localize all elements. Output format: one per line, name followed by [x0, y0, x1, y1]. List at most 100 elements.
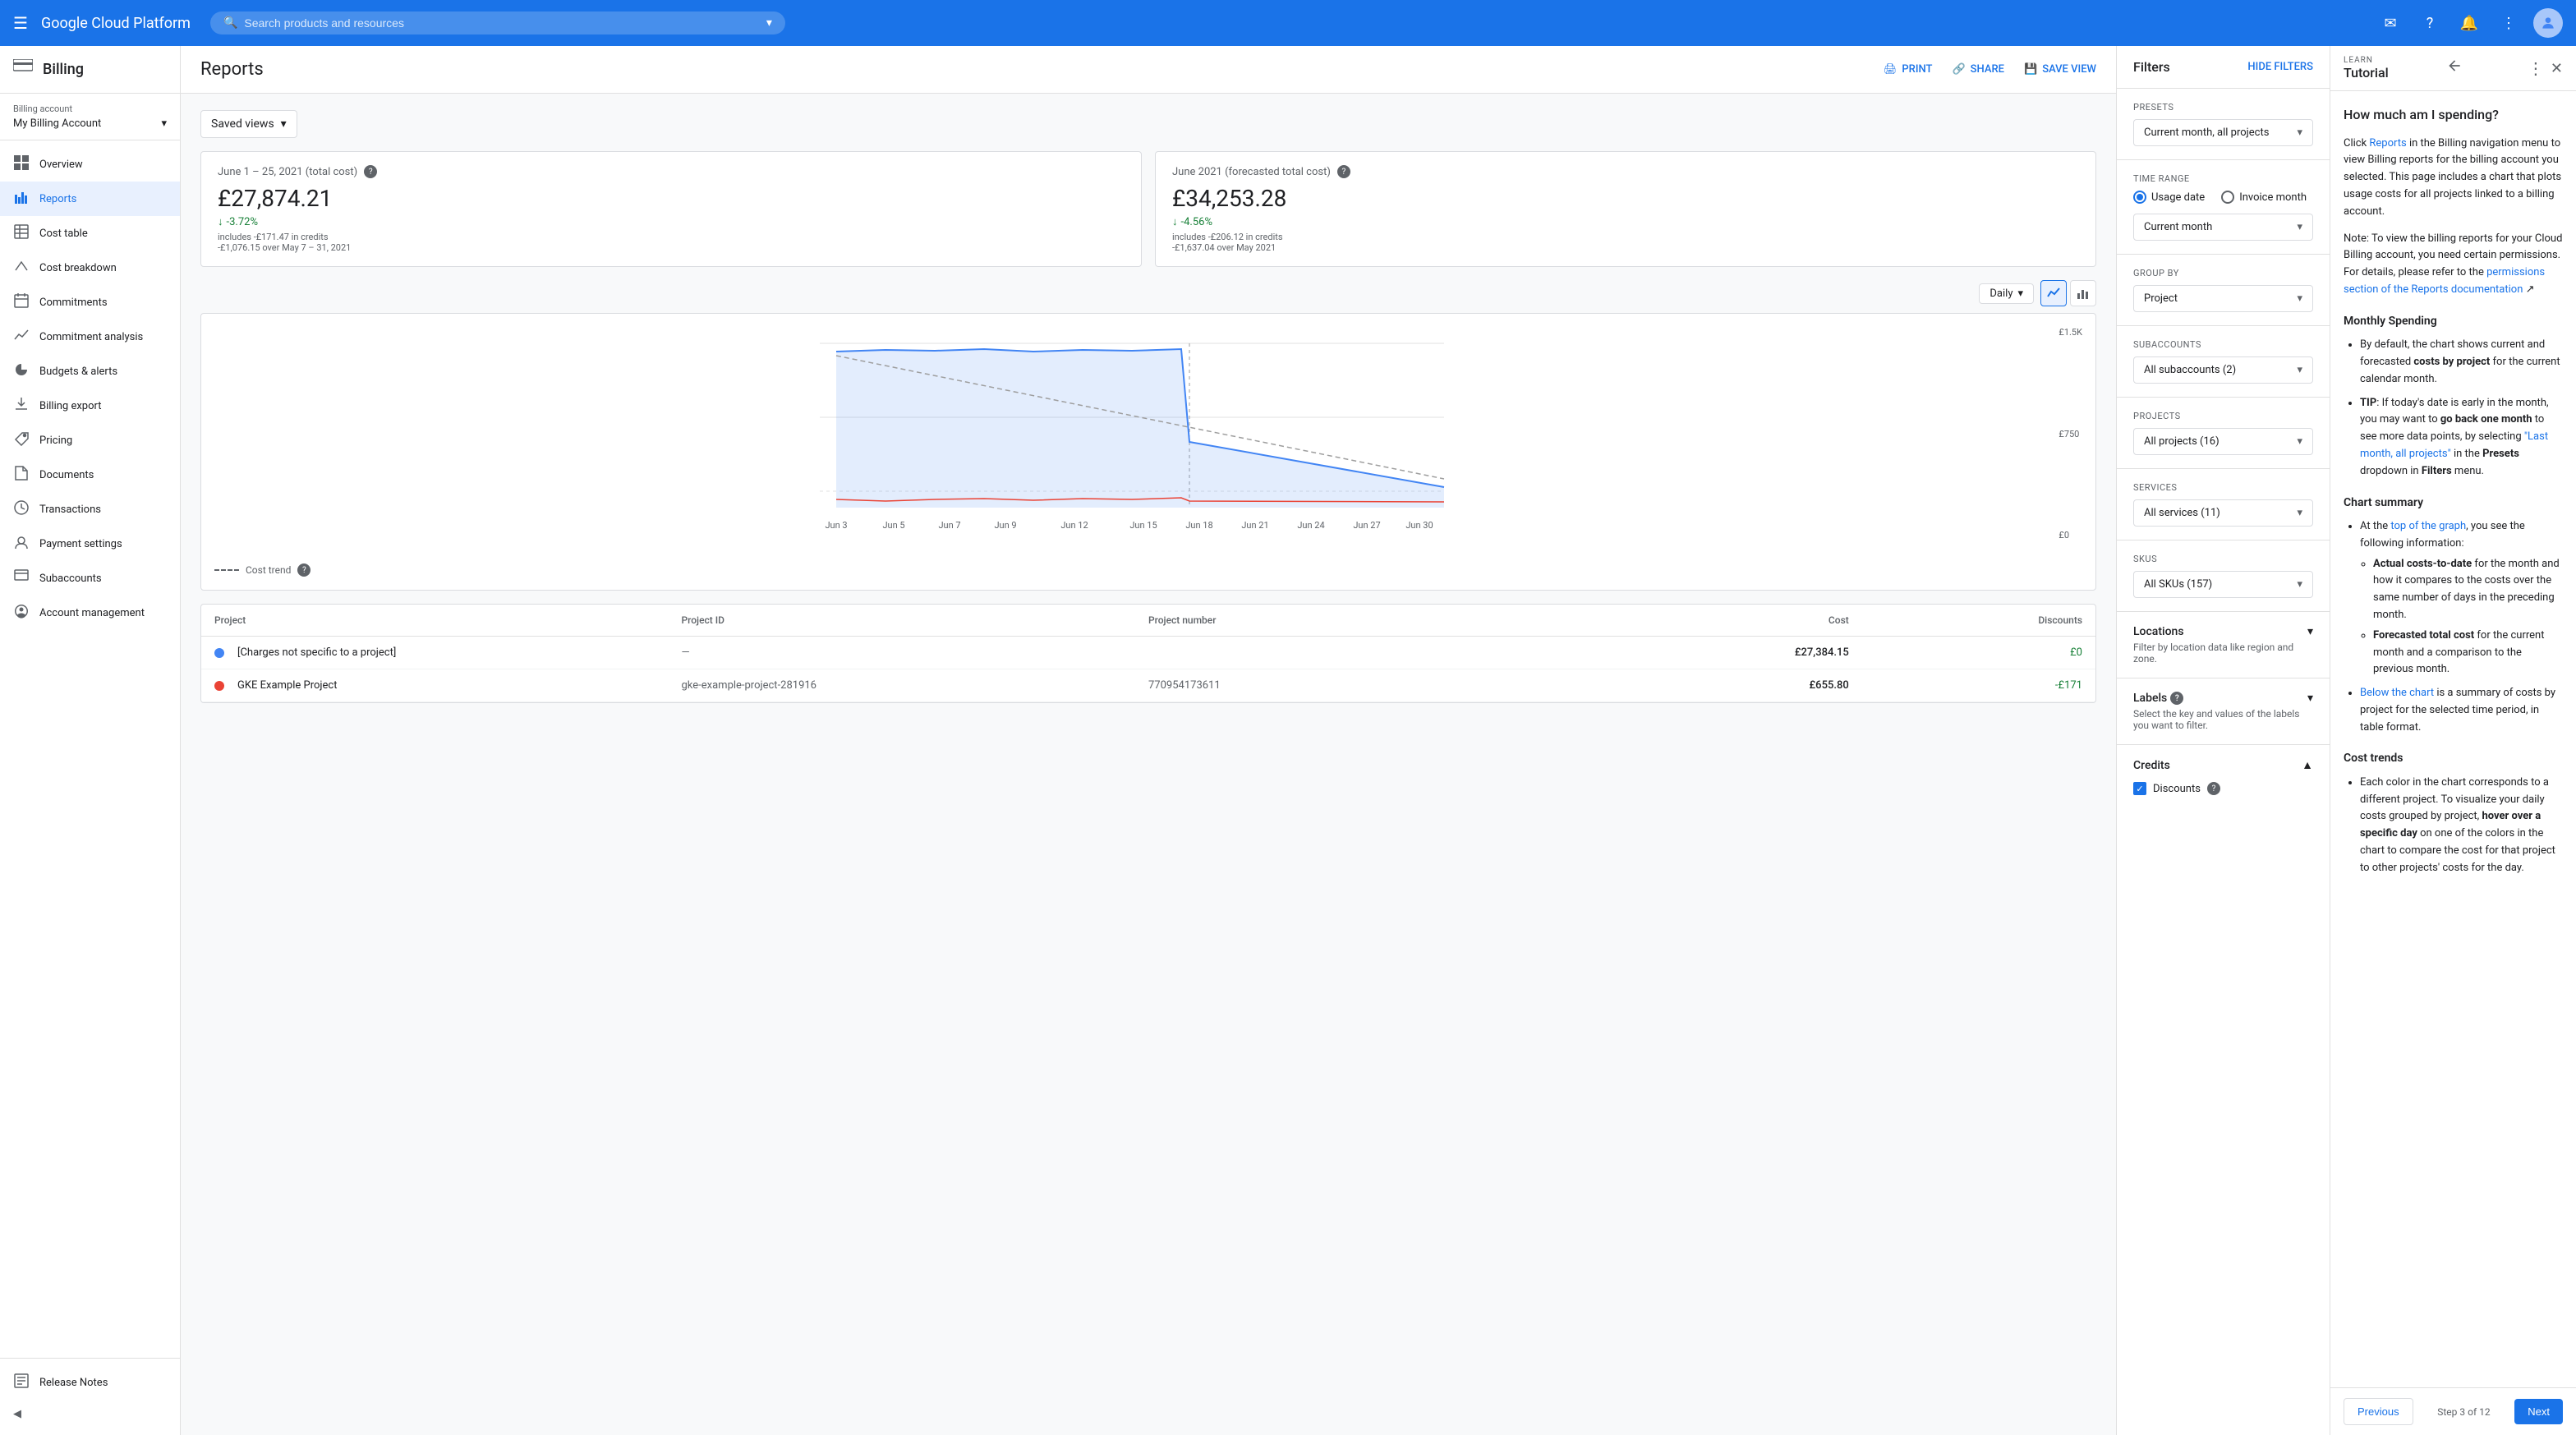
print-button[interactable]: 🖨 PRINT [1884, 63, 1933, 76]
filter-presets-select[interactable]: Current month, all projects ▾ [2133, 119, 2313, 146]
tutorial-top-graph-link[interactable]: top of the graph [2390, 520, 2466, 532]
tutorial-reports-link[interactable]: Reports [2369, 137, 2406, 149]
sidebar-item-cost-table-label: Cost table [39, 228, 88, 240]
sidebar-item-release-notes[interactable]: Release Notes [0, 1365, 180, 1400]
radio-invoice-month[interactable]: Invoice month [2221, 191, 2307, 204]
actual-cost-period: June 1 – 25, 2021 (total cost) [218, 166, 357, 178]
sidebar-item-documents-label: Documents [39, 469, 94, 481]
nav-actions: ✉ ? 🔔 ⋮ [2376, 8, 2563, 38]
sidebar-item-commitments[interactable]: Commitments [0, 285, 180, 320]
project-discount-cell-0: £0 [1849, 646, 2082, 659]
sidebar-footer: Release Notes ◀ [0, 1358, 180, 1435]
svg-text:Jun 27: Jun 27 [1353, 520, 1380, 531]
sidebar-item-cost-table[interactable]: Cost table [0, 216, 180, 251]
search-dropdown-arrow[interactable]: ▾ [766, 16, 772, 30]
tutorial-back-button[interactable] [2446, 57, 2463, 79]
svg-text:Jun 9: Jun 9 [994, 520, 1016, 531]
hamburger-menu[interactable]: ☰ [13, 13, 28, 33]
filter-projects-select[interactable]: All projects (16) ▾ [2133, 428, 2313, 455]
sidebar-item-documents[interactable]: Documents [0, 458, 180, 492]
filter-group-by-arrow: ▾ [2297, 292, 2302, 305]
line-chart-button[interactable] [2040, 280, 2067, 306]
filter-projects-arrow: ▾ [2297, 435, 2302, 448]
sidebar-item-budgets-alerts[interactable]: Budgets & alerts [0, 354, 180, 389]
sidebar-item-overview[interactable]: Overview [0, 147, 180, 182]
sidebar-item-billing-export[interactable]: Billing export [0, 389, 180, 423]
filter-locations-desc: Filter by location data like region and … [2133, 642, 2313, 665]
actual-cost-change-arrow: ↓ [218, 215, 223, 228]
search-bar[interactable]: 🔍 ▾ [210, 11, 785, 34]
user-avatar[interactable] [2533, 8, 2563, 38]
chart-y-axis: £1.5K £750 £0 [2058, 327, 2082, 540]
tutorial-next-button[interactable]: Next [2514, 1399, 2563, 1424]
project-num-cell-1: 770954173611 [1148, 679, 1616, 692]
sidebar-collapse-button[interactable]: ◀ [0, 1400, 180, 1428]
actual-cost-help-icon[interactable]: ? [364, 165, 377, 178]
print-icon: 🖨 [1884, 63, 1898, 76]
sidebar-item-transactions[interactable]: Transactions [0, 492, 180, 527]
sidebar-item-cost-breakdown[interactable]: Cost breakdown [0, 251, 180, 285]
cost-trend-help-icon[interactable]: ? [297, 563, 310, 577]
forecasted-cost-help-icon[interactable]: ? [1337, 165, 1350, 178]
filter-skus-value: All SKUs (157) [2144, 578, 2212, 591]
help-icon[interactable]: ? [2415, 8, 2445, 38]
search-input[interactable] [244, 16, 766, 30]
filter-group-by-section: Group by Project ▾ [2117, 255, 2330, 326]
sidebar-item-subaccounts-label: Subaccounts [39, 573, 102, 585]
save-view-button[interactable]: 💾 SAVE VIEW [2024, 63, 2096, 76]
filter-skus-select[interactable]: All SKUs (157) ▾ [2133, 571, 2313, 598]
billing-account-select[interactable]: My Billing Account ▾ [13, 117, 167, 130]
filter-discounts-row: ✓ Discounts ? [2133, 782, 2313, 795]
saved-views-label: Saved views [211, 117, 274, 131]
chart-controls: Daily ▾ [200, 280, 2096, 306]
forecasted-cost-change-arrow: ↓ [1172, 215, 1178, 228]
hide-filters-button[interactable]: HIDE FILTERS [2247, 61, 2313, 73]
radio-usage-date[interactable]: Usage date [2133, 191, 2205, 204]
filter-subaccounts-select[interactable]: All subaccounts (2) ▾ [2133, 356, 2313, 384]
tutorial-below-chart-link[interactable]: Below the chart [2360, 687, 2434, 699]
sidebar-item-commitment-analysis[interactable]: Commitment analysis [0, 320, 180, 354]
share-button[interactable]: 🔗 SHARE [1952, 63, 2004, 76]
sidebar-item-payment-settings[interactable]: Payment settings [0, 527, 180, 561]
payment-icon [13, 535, 30, 553]
chart-y-label-bot: £0 [2058, 530, 2082, 540]
tutorial-learn-label: LEARN [2344, 56, 2389, 65]
sidebar-item-account-management[interactable]: Account management [0, 596, 180, 630]
project-cost-cell-0: £27,384.15 [1616, 646, 1849, 659]
col-header-project: Project [214, 614, 682, 626]
filter-time-range-select[interactable]: Current month ▾ [2133, 214, 2313, 241]
discounts-help-icon[interactable]: ? [2207, 782, 2220, 795]
discounts-checkbox[interactable]: ✓ [2133, 782, 2146, 795]
filter-group-by-select[interactable]: Project ▾ [2133, 285, 2313, 312]
filter-credits-header[interactable]: Credits ▲ [2133, 758, 2313, 772]
bar-chart-button[interactable] [2070, 280, 2096, 306]
tutorial-permissions-link[interactable]: permissions section of the Reports docum… [2344, 266, 2545, 296]
tutorial-chart-sublist: Actual costs-to-date for the month and h… [2360, 556, 2563, 679]
svg-text:Jun 7: Jun 7 [938, 520, 960, 531]
more-options-icon[interactable]: ⋮ [2494, 8, 2523, 38]
sidebar-item-commitments-label: Commitments [39, 297, 108, 309]
tutorial-close-button[interactable]: ✕ [2551, 60, 2563, 77]
tutorial-previous-button[interactable]: Previous [2344, 1398, 2413, 1425]
filter-subaccounts-value: All subaccounts (2) [2144, 364, 2236, 376]
notifications-icon[interactable]: 🔔 [2454, 8, 2484, 38]
filter-labels-help-icon[interactable]: ? [2170, 692, 2183, 705]
sidebar-item-pricing[interactable]: Pricing [0, 423, 180, 458]
chart-daily-selector[interactable]: Daily ▾ [1979, 283, 2034, 304]
filter-skus-section: SKUs All SKUs (157) ▾ [2117, 540, 2330, 612]
page-layout: Billing Billing account My Billing Accou… [0, 46, 2576, 1435]
forecasted-cost-amount: £34,253.28 [1172, 185, 2079, 212]
tutorial-last-month-link[interactable]: "Last month, all projects" [2360, 430, 2548, 460]
sidebar-item-reports[interactable]: Reports [0, 182, 180, 216]
project-color-dot-1 [214, 681, 224, 691]
sidebar-item-pricing-label: Pricing [39, 435, 72, 447]
email-icon[interactable]: ✉ [2376, 8, 2405, 38]
filter-locations-header[interactable]: Locations ▾ [2133, 625, 2313, 638]
sidebar-item-account-management-label: Account management [39, 607, 145, 619]
search-icon: 🔍 [223, 16, 237, 30]
saved-views-dropdown[interactable]: Saved views ▾ [200, 110, 297, 138]
tutorial-more-button[interactable]: ⋮ [2528, 58, 2544, 78]
sidebar-item-subaccounts[interactable]: Subaccounts [0, 561, 180, 596]
filter-services-select[interactable]: All services (11) ▾ [2133, 499, 2313, 527]
filter-labels-header[interactable]: Labels ? ▾ [2133, 692, 2313, 705]
